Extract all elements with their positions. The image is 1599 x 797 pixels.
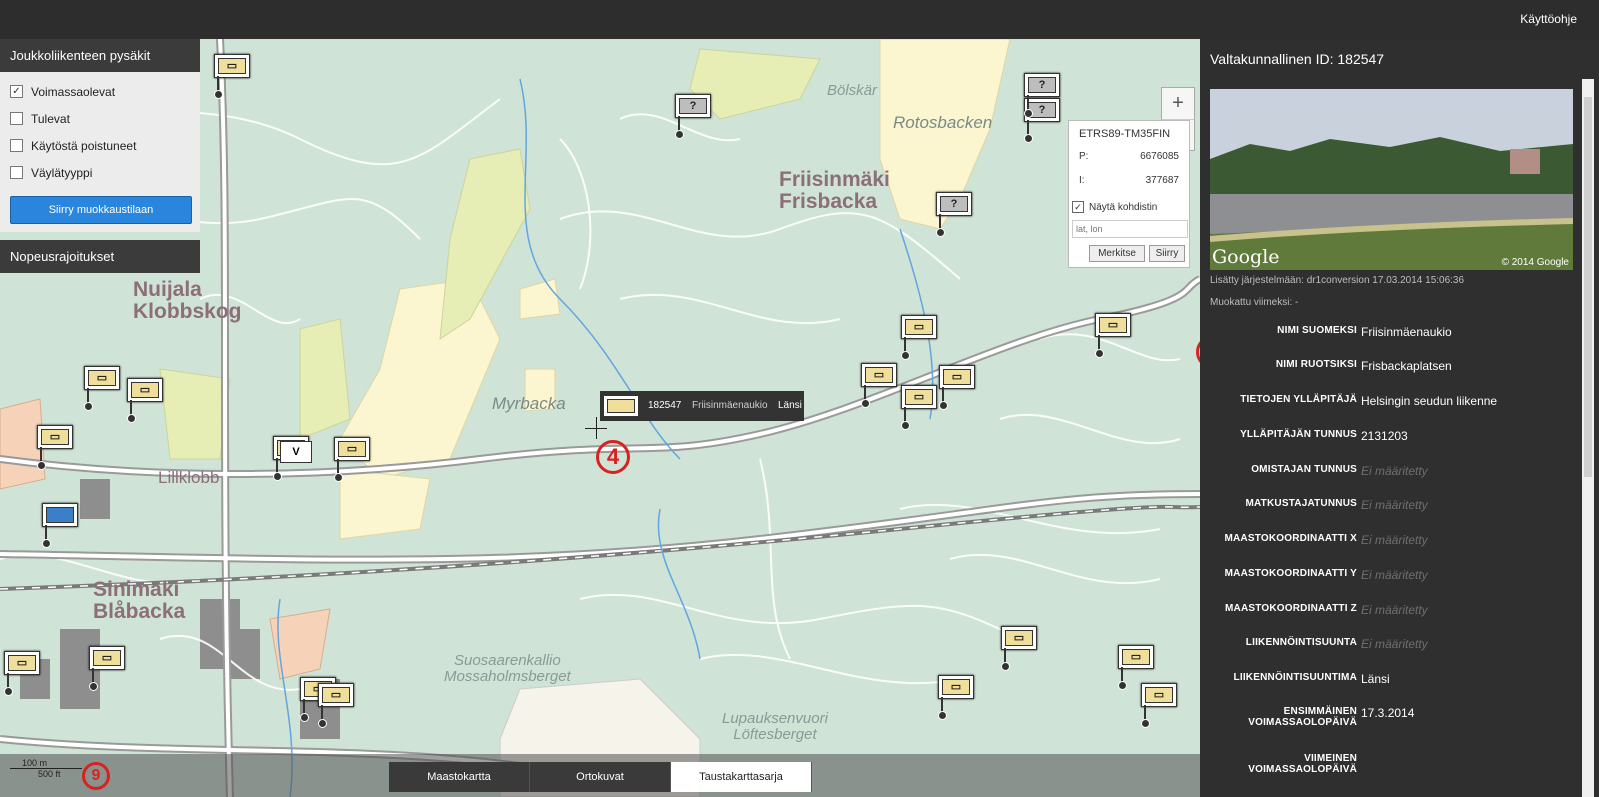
bus-icon: ▭ bbox=[1122, 649, 1150, 665]
photo-credit: © 2014 Google bbox=[1501, 257, 1569, 268]
edit-mode-button[interactable]: Siirry muokkaustilaan bbox=[10, 196, 192, 224]
stop-details-panel: Valtakunnallinen ID: 182547 Google © 201… bbox=[1200, 39, 1599, 797]
bus-icon: ▭ bbox=[131, 382, 159, 398]
bus-icon: ▭ bbox=[41, 429, 69, 445]
tab-taustakarttasarja[interactable]: Taustakarttasarja bbox=[671, 762, 812, 792]
bus-icon: ▭ bbox=[943, 369, 971, 385]
bus-icon: ▭ bbox=[218, 58, 246, 74]
filter-waytype[interactable]: Väylätyyppi bbox=[10, 159, 190, 186]
attribute-value[interactable]: Ei määritetty bbox=[1361, 568, 1428, 582]
attribute-value[interactable]: Länsi bbox=[1361, 672, 1390, 686]
go-button[interactable]: Siirry bbox=[1149, 245, 1185, 262]
attribute-value[interactable]: Ei määritetty bbox=[1361, 603, 1428, 617]
bus-icon: ▭ bbox=[905, 389, 933, 405]
national-id-title: Valtakunnallinen ID: 182547 bbox=[1210, 51, 1385, 67]
place-label-rotosbacken: Rotosbacken bbox=[893, 113, 993, 132]
details-scrollbar[interactable] bbox=[1582, 79, 1594, 797]
bus-icon: ▭ bbox=[1145, 687, 1173, 703]
filter-valid[interactable]: ✓ Voimassaolevat bbox=[10, 78, 190, 105]
filter-removed[interactable]: Käytöstä poistuneet bbox=[10, 132, 190, 159]
checkbox-icon bbox=[10, 139, 23, 152]
scrollbar-thumb[interactable] bbox=[1584, 97, 1592, 477]
stop-tooltip: 182547 Friisinmäenaukio Länsi bbox=[600, 391, 804, 421]
i-value: 377687 bbox=[1145, 175, 1179, 186]
modified-info: Muokattu viimeksi: - bbox=[1210, 297, 1299, 308]
scale-metric: 100 m bbox=[10, 758, 82, 769]
tooltip-direction: Länsi bbox=[778, 400, 802, 411]
p-label: P: bbox=[1079, 151, 1089, 162]
bus-icon: ▭ bbox=[1005, 630, 1033, 646]
coordinate-system-label: ETRS89-TM35FIN bbox=[1079, 128, 1171, 140]
checkbox-icon bbox=[10, 166, 23, 179]
mark-button[interactable]: Merkitse bbox=[1089, 245, 1145, 262]
annotation-marker-4: 4 bbox=[596, 440, 630, 474]
annotation-marker-9: 9 bbox=[82, 762, 110, 790]
bus-icon: ▭ bbox=[942, 679, 970, 695]
bus-icon: ▭ bbox=[8, 655, 36, 671]
tooltip-id: 182547 bbox=[648, 400, 682, 411]
bus-icon bbox=[46, 507, 74, 523]
map-type-tabs: Maastokartta Ortokuvat Taustakarttasarja bbox=[389, 762, 812, 792]
stops-panel-title: Joukkoliikenteen pysäkit bbox=[0, 39, 200, 72]
place-label-sinimaki: Sinimäki Blåbacka bbox=[93, 578, 186, 624]
bus-icon: ▭ bbox=[93, 650, 121, 666]
checkbox-icon bbox=[10, 112, 23, 125]
attribute-value[interactable]: 2131203 bbox=[1361, 429, 1408, 443]
place-label-lillklobb: Lillklobb bbox=[158, 468, 220, 487]
zoom-in-button[interactable]: + bbox=[1162, 88, 1194, 119]
bus-icon: ▭ bbox=[865, 367, 893, 383]
google-logo: Google bbox=[1212, 246, 1280, 268]
crosshair-icon-v bbox=[596, 417, 597, 439]
attribute-value[interactable]: 17.3.2014 bbox=[1361, 706, 1414, 720]
tab-ortokuvat[interactable]: Ortokuvat bbox=[530, 762, 671, 792]
attribute-value[interactable]: Ei määritetty bbox=[1361, 637, 1428, 651]
attribute-value[interactable]: Frisbackaplatsen bbox=[1361, 359, 1452, 373]
added-info: Lisätty järjestelmään: dr1conversion 17.… bbox=[1210, 275, 1465, 286]
help-link[interactable]: Käyttöohje bbox=[1520, 12, 1577, 26]
attribute-value[interactable]: Helsingin seudun liikenne bbox=[1361, 394, 1497, 408]
p-value: 6676085 bbox=[1140, 151, 1179, 162]
left-panel: Joukkoliikenteen pysäkit ✓ Voimassaolevat… bbox=[0, 39, 200, 273]
attribute-value[interactable]: Friisinmäenaukio bbox=[1361, 325, 1452, 339]
bus-icon bbox=[604, 396, 638, 416]
show-cursor-checkbox[interactable]: ✓ Näytä kohdistin bbox=[1072, 201, 1157, 213]
place-label-lupauksenvuori: Lupauksenvuori Löftesberget bbox=[722, 710, 828, 743]
bus-icon: ▭ bbox=[1099, 317, 1127, 333]
tab-maastokartta[interactable]: Maastokartta bbox=[389, 762, 530, 792]
top-bar: Käyttöohje bbox=[0, 0, 1599, 39]
street-view-photo[interactable]: Google © 2014 Google bbox=[1210, 89, 1573, 270]
scale-imperial: 500 ft bbox=[38, 769, 61, 779]
place-label-myrbacka: Myrbacka bbox=[492, 394, 566, 413]
stops-filter-list: ✓ Voimassaolevat Tulevat Käytöstä poistun… bbox=[0, 72, 200, 232]
i-label: I: bbox=[1079, 175, 1085, 186]
tooltip-name: Friisinmäenaukio bbox=[692, 400, 768, 411]
bus-icon: ▭ bbox=[322, 687, 350, 703]
street-view-image bbox=[1210, 89, 1573, 270]
filter-upcoming[interactable]: Tulevat bbox=[10, 105, 190, 132]
latlon-input[interactable] bbox=[1072, 220, 1188, 238]
attribute-value[interactable]: Ei määritetty bbox=[1361, 533, 1428, 547]
place-label-nuijala: Nuijala Klobbskog bbox=[133, 278, 242, 324]
bus-icon: ▭ bbox=[905, 319, 933, 335]
place-label-bolskar: Bölskär bbox=[827, 82, 878, 99]
checkbox-checked-icon: ✓ bbox=[10, 85, 23, 98]
place-label-friisinmaki: Friisinmäki Frisbacka bbox=[779, 168, 890, 214]
scale-bar: 100 m 500 ft bbox=[10, 758, 82, 779]
bus-icon: ▭ bbox=[88, 370, 116, 386]
attribute-value[interactable]: Ei määritetty bbox=[1361, 498, 1428, 512]
place-label-suosaarenkallio: Suosaarenkallio Mossaholmsberget bbox=[444, 652, 571, 685]
coordinate-panel: ETRS89-TM35FIN P: 6676085 I: 377687 ✓ Näytä… bbox=[1068, 120, 1190, 268]
bus-icon: ▭ bbox=[338, 441, 366, 457]
speed-limits-title[interactable]: Nopeusrajoitukset bbox=[0, 240, 200, 273]
checkbox-icon: ✓ bbox=[1072, 201, 1084, 213]
stop-type-v-badge: V bbox=[280, 441, 312, 463]
attribute-value[interactable]: Ei määritetty bbox=[1361, 464, 1428, 478]
